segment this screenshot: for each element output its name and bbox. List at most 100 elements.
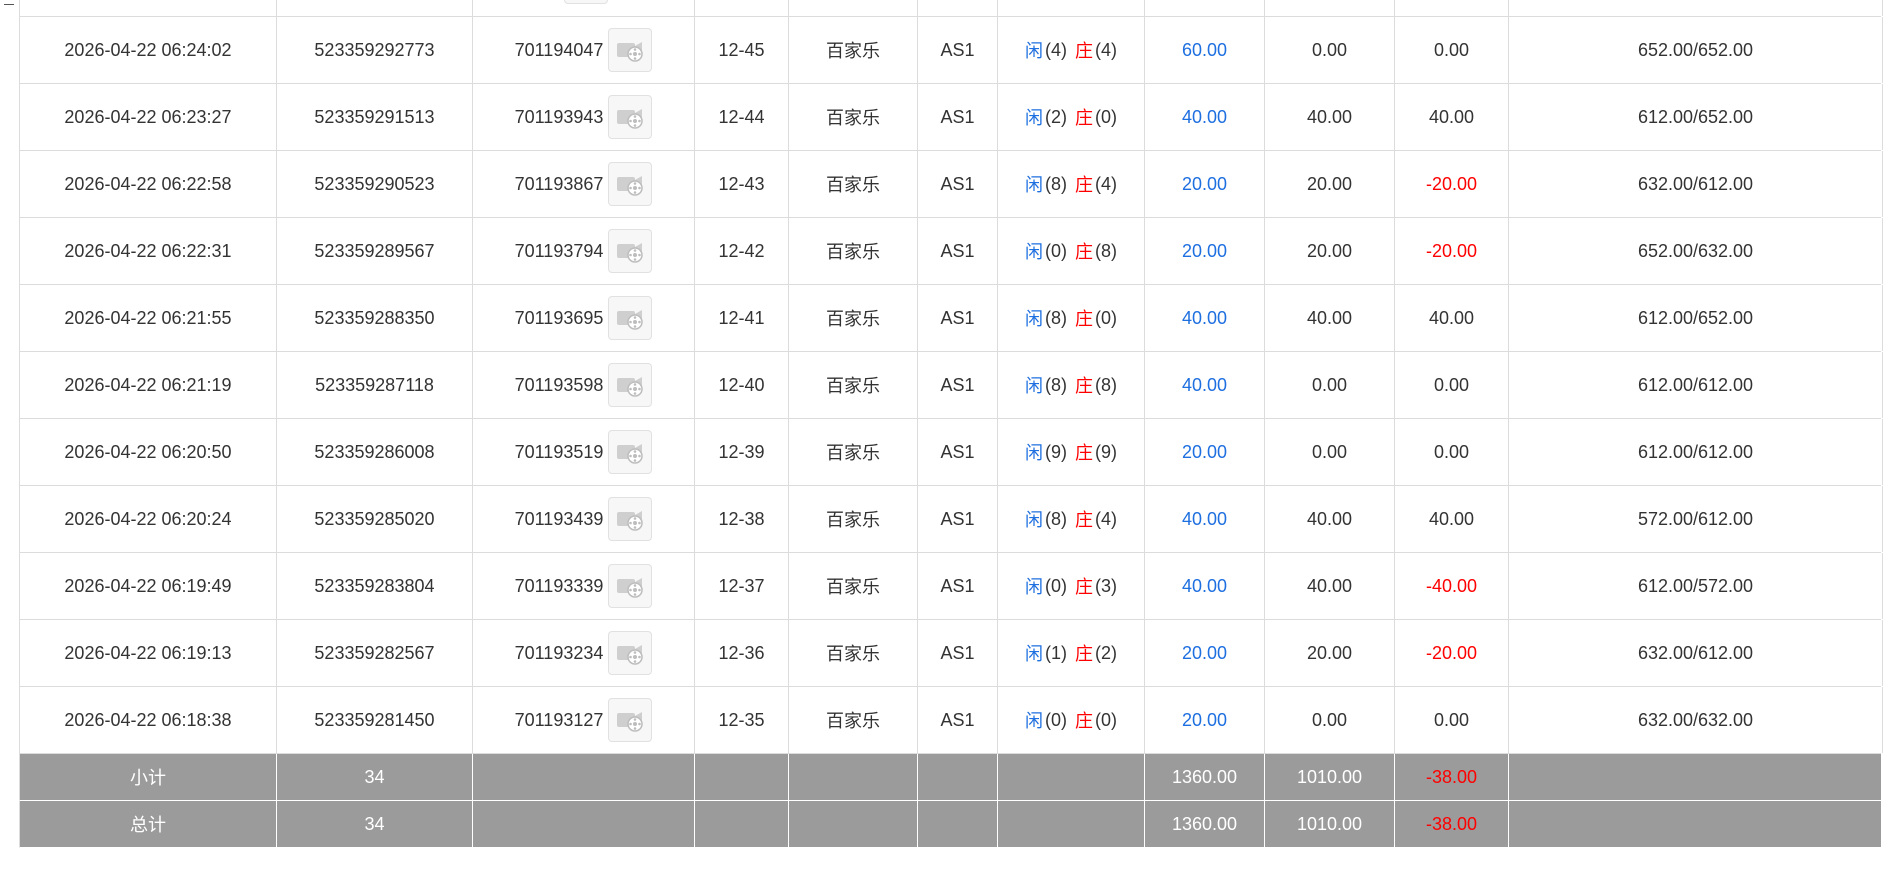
round-cell: 12-35 bbox=[695, 687, 789, 753]
result-banker-value: (9) bbox=[1095, 441, 1117, 462]
valid-bet-cell bbox=[1265, 0, 1395, 16]
valid-bet-cell: 20.00 bbox=[1265, 218, 1395, 284]
table-row: 2026-04-22 06:19:49 523359283804 701193339… bbox=[19, 553, 1883, 620]
game-id-text: 701193695 bbox=[514, 307, 604, 328]
result-cell: 闲 (8) 庄 (4) bbox=[998, 151, 1145, 217]
result-cell: 闲 (1) 庄 (2) bbox=[998, 620, 1145, 686]
total-valid-total: 1010.00 bbox=[1265, 801, 1395, 847]
subtotal-empty-cell bbox=[789, 754, 918, 800]
game-id-cell: 701193943 bbox=[473, 84, 695, 150]
game-id-text: 701193867 bbox=[514, 173, 604, 194]
video-replay-icon bbox=[617, 578, 644, 598]
result-player-label: 闲 bbox=[1025, 41, 1043, 61]
result-cell: 闲 (0) 庄 (0) bbox=[998, 687, 1145, 753]
balance-cell: 612.00/652.00 bbox=[1509, 285, 1883, 351]
round-cell: 12-39 bbox=[695, 419, 789, 485]
table-row: 2026-04-22 06:22:58 523359290523 701193867… bbox=[19, 151, 1883, 218]
bet-amount-cell: 40.00 bbox=[1145, 553, 1265, 619]
win-loss-cell: 40.00 bbox=[1395, 285, 1509, 351]
video-replay-icon bbox=[617, 511, 644, 531]
video-replay-button[interactable] bbox=[608, 28, 653, 72]
video-replay-button[interactable] bbox=[608, 363, 653, 407]
table-row: 2026-04-22 06:24:02 523359292773 701194047… bbox=[19, 17, 1883, 84]
win-loss-cell: -40.00 bbox=[1395, 553, 1509, 619]
bet-id-cell: 523359286008 bbox=[277, 419, 473, 485]
video-replay-button[interactable] bbox=[608, 296, 653, 340]
video-replay-icon bbox=[617, 712, 644, 732]
total-empty-cell bbox=[473, 801, 695, 847]
subtotal-empty-cell bbox=[695, 754, 789, 800]
result-banker-value: (4) bbox=[1095, 39, 1117, 60]
table-row: 2026-04-22 06:23:27 523359291513 701193943… bbox=[19, 84, 1883, 151]
game-type-cell: 百家乐 bbox=[789, 687, 918, 753]
game-id-cell: 701193867 bbox=[473, 151, 695, 217]
video-replay-button[interactable] bbox=[608, 95, 653, 139]
table-row: 2026-04-22 06:19:13 523359282567 701193234… bbox=[19, 620, 1883, 687]
game-id-text: 701194047 bbox=[514, 39, 604, 60]
game-id-text: 701193794 bbox=[514, 240, 604, 261]
valid-bet-cell: 0.00 bbox=[1265, 352, 1395, 418]
game-id-text: 701193127 bbox=[514, 709, 604, 730]
result-cell: 闲 (2) 庄 (0) bbox=[998, 84, 1145, 150]
bet-amount-cell bbox=[1145, 0, 1265, 16]
video-replay-button[interactable] bbox=[608, 430, 653, 474]
subtotal-row: 小计 34 1360.00 1010.00 -38.00 bbox=[19, 754, 1883, 801]
total-empty-cell bbox=[1509, 801, 1883, 847]
result-cell: 闲 (9) 庄 (9) bbox=[998, 419, 1145, 485]
win-loss-cell: 40.00 bbox=[1395, 84, 1509, 150]
bet-id-cell: 523359290523 bbox=[277, 151, 473, 217]
total-empty-cell bbox=[789, 801, 918, 847]
bet-amount-cell: 40.00 bbox=[1145, 486, 1265, 552]
video-replay-button[interactable] bbox=[608, 229, 653, 273]
video-replay-icon bbox=[617, 243, 644, 263]
video-replay-button[interactable] bbox=[608, 564, 653, 608]
bet-id-cell: 523359288350 bbox=[277, 285, 473, 351]
bet-time-cell: 2026-04-22 06:21:55 bbox=[20, 285, 277, 351]
round-cell: 12-37 bbox=[695, 553, 789, 619]
game-type-cell: 百家乐 bbox=[789, 285, 918, 351]
bet-time-cell: 2026-04-22 06:19:13 bbox=[20, 620, 277, 686]
video-replay-icon bbox=[617, 42, 644, 62]
bet-time-cell: 2026-04-22 06:23:27 bbox=[20, 84, 277, 150]
win-loss-cell: 40.00 bbox=[1395, 486, 1509, 552]
video-replay-button[interactable] bbox=[608, 631, 653, 675]
table-id-cell bbox=[918, 0, 998, 16]
video-replay-button[interactable] bbox=[608, 698, 653, 742]
bet-time-cell: 2026-04-22 06:20:24 bbox=[20, 486, 277, 552]
result-banker-label: 庄 bbox=[1075, 41, 1093, 61]
subtotal-empty-cell bbox=[1509, 754, 1883, 800]
video-replay-icon bbox=[617, 176, 644, 196]
win-loss-cell: 0.00 bbox=[1395, 352, 1509, 418]
bet-amount-cell: 20.00 bbox=[1145, 620, 1265, 686]
video-replay-icon bbox=[617, 310, 644, 330]
game-id-text: 701193519 bbox=[514, 441, 604, 462]
result-player-value: (1) bbox=[1045, 642, 1067, 663]
game-type-cell: 百家乐 bbox=[789, 17, 918, 83]
video-replay-button[interactable] bbox=[564, 0, 608, 4]
video-replay-button[interactable] bbox=[608, 497, 653, 541]
total-empty-cell bbox=[998, 801, 1145, 847]
balance-cell: 612.00/612.00 bbox=[1509, 419, 1883, 485]
game-id-text: 701193598 bbox=[514, 374, 604, 395]
video-replay-button[interactable] bbox=[608, 162, 653, 206]
balance-cell bbox=[1509, 0, 1883, 16]
game-type-cell: 百家乐 bbox=[789, 553, 918, 619]
table-id-cell: AS1 bbox=[918, 553, 998, 619]
game-id-cell: 701193127 bbox=[473, 687, 695, 753]
bet-amount-cell: 40.00 bbox=[1145, 285, 1265, 351]
table-id-cell: AS1 bbox=[918, 486, 998, 552]
valid-bet-cell: 40.00 bbox=[1265, 486, 1395, 552]
total-row: 总计 34 1360.00 1010.00 -38.00 bbox=[19, 801, 1883, 848]
game-id-cell: 701193519 bbox=[473, 419, 695, 485]
result-banker-value: (8) bbox=[1095, 240, 1117, 261]
game-id-cell: 701193234 bbox=[473, 620, 695, 686]
scroll-corner-mark bbox=[4, 0, 14, 5]
result-cell: 闲 (0) 庄 (8) bbox=[998, 218, 1145, 284]
game-id-text: 701193234 bbox=[514, 642, 604, 663]
game-id-cell: 701193439 bbox=[473, 486, 695, 552]
game-type-cell: 百家乐 bbox=[789, 352, 918, 418]
result-banker-label: 庄 bbox=[1075, 644, 1093, 664]
subtotal-empty-cell bbox=[918, 754, 998, 800]
bet-time-cell: 2026-04-22 06:20:50 bbox=[20, 419, 277, 485]
total-win-loss-total: -38.00 bbox=[1395, 801, 1509, 847]
